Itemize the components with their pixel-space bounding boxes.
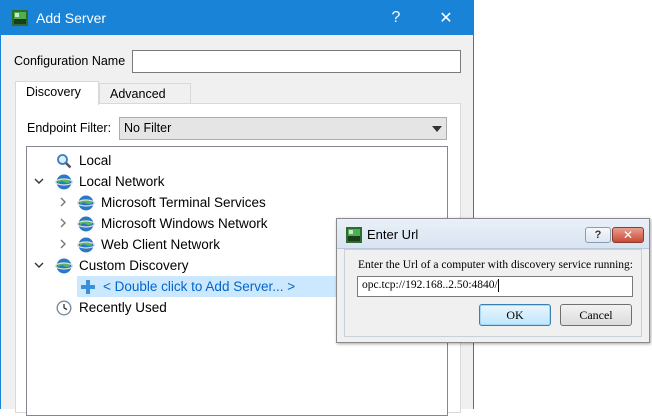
tree-item-label: Custom Discovery xyxy=(79,258,189,273)
plus-icon xyxy=(79,278,97,296)
magnifier-icon xyxy=(55,152,73,170)
network-globe-icon xyxy=(77,215,95,233)
config-name-label: Configuration Name xyxy=(14,54,126,68)
chevron-down-icon[interactable] xyxy=(33,259,45,271)
tree-item-local[interactable]: Local xyxy=(55,150,111,171)
tree-item-label: Recently Used xyxy=(79,300,167,315)
tree-item-label: Microsoft Terminal Services xyxy=(101,195,266,210)
network-globe-icon xyxy=(77,194,95,212)
endpoint-filter-select[interactable]: No Filter xyxy=(119,117,447,140)
enter-url-dialog: Enter Url ? ✕ Enter the Url of a compute… xyxy=(336,218,650,343)
chevron-down-icon[interactable] xyxy=(33,175,45,187)
dialog-help-button[interactable]: ? xyxy=(585,227,611,243)
text-cursor xyxy=(497,279,499,292)
cancel-button[interactable]: Cancel xyxy=(560,304,632,326)
config-name-input[interactable] xyxy=(132,50,461,73)
tree-item-label: < Double click to Add Server... > xyxy=(103,279,296,294)
tree-item-add-server[interactable]: < Double click to Add Server... > xyxy=(77,276,357,297)
add-server-window: Add Server ? ✕ Configuration Name Discov… xyxy=(0,0,474,416)
app-icon xyxy=(12,10,28,26)
endpoint-filter-label: Endpoint Filter: xyxy=(27,121,112,135)
clock-icon xyxy=(55,299,73,317)
tree-item-recently-used[interactable]: Recently Used xyxy=(55,297,167,318)
dialog-titlebar: Enter Url ? ✕ xyxy=(337,219,649,249)
chevron-right-icon[interactable] xyxy=(57,217,69,229)
dialog-body: Enter the Url of a computer with discove… xyxy=(344,249,642,337)
tree-item-windows-network[interactable]: Microsoft Windows Network xyxy=(57,213,268,234)
tab-advanced[interactable]: Advanced xyxy=(99,83,191,104)
endpoint-filter-value: No Filter xyxy=(124,121,172,135)
dialog-title: Enter Url xyxy=(367,227,419,242)
chevron-right-icon[interactable] xyxy=(57,196,69,208)
network-globe-icon xyxy=(77,236,95,254)
tree-item-custom-discovery[interactable]: Custom Discovery xyxy=(33,255,189,276)
close-button[interactable]: ✕ xyxy=(423,1,469,35)
ok-button[interactable]: OK xyxy=(479,304,551,326)
url-input[interactable]: opc.tcp://192.168..2.50:4840/ xyxy=(357,276,633,297)
tree-item-label: Local xyxy=(79,153,112,168)
tree-item-terminal-services[interactable]: Microsoft Terminal Services xyxy=(57,192,266,213)
tab-discovery[interactable]: Discovery xyxy=(15,81,99,105)
tree-item-label: Local Network xyxy=(79,174,165,189)
network-globe-icon xyxy=(55,257,73,275)
dropdown-arrow-icon xyxy=(432,126,442,132)
app-icon xyxy=(346,227,362,243)
tree-item-web-client-network[interactable]: Web Client Network xyxy=(57,234,220,255)
tree-item-local-network[interactable]: Local Network xyxy=(33,171,165,192)
dialog-close-button[interactable]: ✕ xyxy=(612,227,644,243)
url-input-value: opc.tcp://192.168..2.50:4840/ xyxy=(362,279,498,292)
tree-item-label: Web Client Network xyxy=(101,237,221,252)
dialog-prompt: Enter the Url of a computer with discove… xyxy=(358,259,633,271)
tree-item-label: Microsoft Windows Network xyxy=(101,216,268,231)
chevron-right-icon[interactable] xyxy=(57,238,69,250)
network-globe-icon xyxy=(55,173,73,191)
help-button[interactable]: ? xyxy=(373,1,419,35)
window-title: Add Server xyxy=(36,10,107,26)
titlebar: Add Server ? ✕ xyxy=(1,1,473,35)
